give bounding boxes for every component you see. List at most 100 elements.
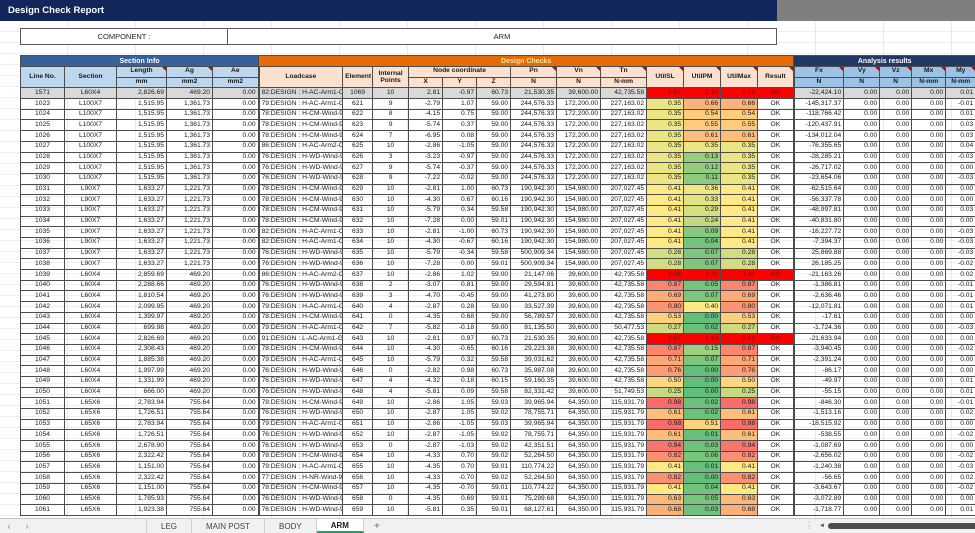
cell-y[interactable]: 0.81 (443, 280, 477, 291)
cell-utilpm[interactable]: 0.51 (684, 419, 721, 430)
cell-vn[interactable]: 154,980.00 (557, 216, 601, 227)
cell-tn[interactable]: 42,735.58 (601, 334, 647, 345)
cell-loadcase[interactable]: 76:DESIGN : H-WD-Wind-90- (259, 152, 343, 163)
cell-line-no-[interactable]: 1055 (21, 441, 65, 452)
cell-y[interactable]: 0.00 (443, 216, 477, 227)
cell-y[interactable]: 0.67 (443, 195, 477, 206)
cell-vn[interactable]: 39,600.00 (557, 88, 601, 99)
cell-my[interactable]: -0.03 (946, 248, 975, 259)
cell-utilmax[interactable]: 0.41 (721, 216, 758, 227)
cell-ae[interactable]: 0.00 (213, 409, 259, 420)
cell-ae[interactable]: 0.00 (213, 387, 259, 398)
cell-length[interactable]: 1,515.95 (117, 131, 167, 142)
cell-mx[interactable]: 0.00 (912, 355, 946, 366)
cell-z[interactable]: 59.02 (477, 430, 511, 441)
cell-tn[interactable]: 115,931.79 (601, 398, 647, 409)
cell-internal-points[interactable]: 10 (373, 88, 409, 99)
cell-utilsl[interactable]: 0.35 (647, 109, 684, 120)
cell-loadcase[interactable]: 76:DESIGN : H-WD-Wind-90- (259, 259, 343, 270)
cell-mx[interactable]: 0.00 (912, 323, 946, 334)
cell-internal-points[interactable]: 10 (373, 409, 409, 420)
cell-ae[interactable]: 0.00 (213, 163, 259, 174)
cell-element[interactable]: 653 (343, 441, 373, 452)
cell-utilsl[interactable]: 0.28 (647, 259, 684, 270)
column-header[interactable]: Mx (912, 67, 946, 78)
cell-mx[interactable]: 0.00 (912, 131, 946, 142)
cell-y[interactable]: 0.32 (443, 355, 477, 366)
cell-result[interactable]: OK (758, 409, 794, 420)
cell-utilmax[interactable]: 0.82 (721, 473, 758, 484)
cell-pn[interactable]: 21,147.06 (511, 270, 557, 281)
cell-internal-points[interactable]: 7 (373, 131, 409, 142)
cell-vz[interactable]: 0.00 (880, 302, 912, 313)
cell-element[interactable]: 635 (343, 248, 373, 259)
cell-ag[interactable]: 469.20 (167, 88, 213, 99)
cell-vy[interactable]: 0.00 (844, 238, 880, 249)
cell-my[interactable]: -0.01 (946, 280, 975, 291)
cell-y[interactable]: -0.65 (443, 344, 477, 355)
cell-z[interactable]: 59.00 (477, 163, 511, 174)
cell-utilmax[interactable]: 0.35 (721, 152, 758, 163)
cell-tn[interactable]: 115,931.79 (601, 473, 647, 484)
cell-z[interactable]: 59.00 (477, 302, 511, 313)
cell-loadcase[interactable]: 76:DESIGN : H-WD-Wind-90- (259, 173, 343, 184)
cell-utilsl[interactable]: 0.35 (647, 163, 684, 174)
cell-result[interactable]: OK (758, 248, 794, 259)
cell-pn[interactable]: 41,273.80 (511, 291, 557, 302)
cell-section[interactable]: L90X7 (65, 238, 117, 249)
cell-fx[interactable]: -48,997.81 (794, 205, 844, 216)
cell-section[interactable]: L65X6 (65, 441, 117, 452)
cell-z[interactable]: 59.58 (477, 205, 511, 216)
cell-utilpm[interactable]: 0.02 (684, 409, 721, 420)
cell-ag[interactable]: 469.20 (167, 344, 213, 355)
cell-result[interactable]: OK (758, 291, 794, 302)
cell-my[interactable]: 0.00 (946, 494, 975, 505)
cell-utilsl[interactable]: 1.08 (647, 270, 684, 281)
node-coordinate-header[interactable]: Node coordinate (409, 67, 511, 78)
cell-z[interactable]: 59.00 (477, 141, 511, 152)
cell-ag[interactable]: 1,221.73 (167, 195, 213, 206)
cell-result[interactable]: OK (758, 441, 794, 452)
cell-mx[interactable]: 0.00 (912, 163, 946, 174)
cell-fx[interactable]: -1,724.36 (794, 323, 844, 334)
cell-internal-points[interactable]: 0 (373, 441, 409, 452)
cell-ae[interactable]: 0.00 (213, 451, 259, 462)
cell-x[interactable]: -2.86 (409, 141, 443, 152)
cell-ae[interactable]: 0.00 (213, 238, 259, 249)
cell-z[interactable]: 59.01 (477, 216, 511, 227)
cell-loadcase[interactable]: 82:DESIGN : H-AC-Arm1-C3-L (259, 238, 343, 249)
cell-loadcase[interactable]: 76:DESIGN : H-WD-Wind-90- (259, 366, 343, 377)
cell-section[interactable]: L100X7 (65, 109, 117, 120)
cell-ag[interactable]: 1,361.73 (167, 163, 213, 174)
cell-utilmax[interactable]: 0.41 (721, 195, 758, 206)
cell-loadcase[interactable]: 78:DESIGN : H-CM-Wind-90- (259, 398, 343, 409)
cell-z[interactable]: 59.00 (477, 109, 511, 120)
cell-length[interactable]: 1,633.27 (117, 259, 167, 270)
column-unit[interactable]: N-mm (601, 77, 647, 88)
cell-utilmax[interactable]: 1.11 (721, 270, 758, 281)
cell-loadcase[interactable]: 78:DESIGN : H-CM-Wind-90- (259, 195, 343, 206)
cell-line-no-[interactable]: 1026 (21, 131, 65, 142)
cell-mx[interactable]: 0.00 (912, 99, 946, 110)
cell-internal-points[interactable]: 7 (373, 323, 409, 334)
cell-section[interactable]: L65X6 (65, 409, 117, 420)
cell-utilmax[interactable]: 0.69 (721, 291, 758, 302)
cell-length[interactable]: 1,885.38 (117, 355, 167, 366)
cell-x[interactable]: -2.86 (409, 419, 443, 430)
cell-utilsl[interactable]: 0.41 (647, 195, 684, 206)
cell-utilpm[interactable]: 0.07 (684, 259, 721, 270)
cell-ag[interactable]: 1,221.73 (167, 216, 213, 227)
cell-pn[interactable]: 110,774.22 (511, 462, 557, 473)
cell-tn[interactable]: 115,931.79 (601, 462, 647, 473)
cell-loadcase[interactable]: 78:DESIGN : H-CM-Wind-90- (259, 483, 343, 494)
cell-ag[interactable]: 469.20 (167, 355, 213, 366)
cell-tn[interactable]: 207,027.45 (601, 227, 647, 238)
cell-x[interactable]: -5.81 (409, 505, 443, 516)
tabs-next-icon[interactable]: › (18, 519, 36, 533)
cell-vy[interactable]: 0.00 (844, 473, 880, 484)
cell-element[interactable]: 654 (343, 451, 373, 462)
cell-internal-points[interactable]: 10 (373, 451, 409, 462)
cell-fx[interactable]: -3,072.89 (794, 494, 844, 505)
cell-ae[interactable]: 0.00 (213, 312, 259, 323)
cell-mx[interactable]: 0.00 (912, 441, 946, 452)
